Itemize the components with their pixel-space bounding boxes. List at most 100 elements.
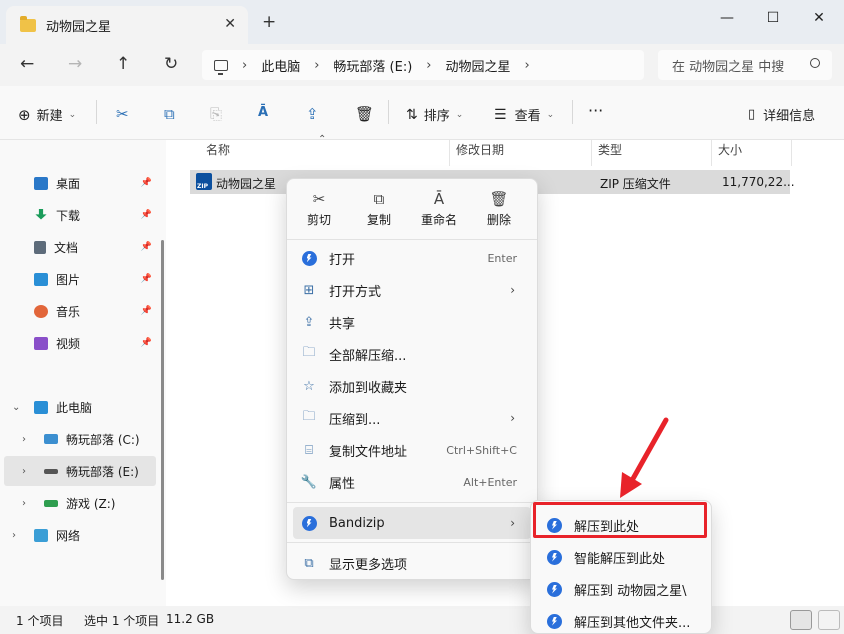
view-label: 查看 — [514, 109, 541, 124]
sidebar-item-pictures[interactable]: 图片 📌 — [4, 264, 156, 294]
bandizip-icon — [547, 549, 562, 565]
menu-item-label: 复制文件地址 — [329, 444, 408, 460]
details-view-icon[interactable] — [790, 610, 812, 630]
sidebar-item-label: 畅玩部落 (C:) — [66, 432, 140, 447]
folder-tab[interactable]: 动物园之星 ✕ — [6, 6, 248, 44]
sidebar-item-label: 网络 — [56, 528, 81, 543]
compress-icon: 🗀 — [302, 409, 316, 424]
menu-item-label: 显示更多选项 — [329, 557, 408, 573]
menu-item-open[interactable]: 打开 Enter — [293, 242, 531, 274]
new-tab-button[interactable]: + — [262, 12, 276, 32]
close-tab-icon[interactable]: ✕ — [224, 16, 236, 32]
zip-file-icon — [196, 173, 212, 190]
submenu-item-smart-extract[interactable]: 智能解压到此处 — [537, 541, 705, 573]
shortcut-label: Alt+Enter — [463, 475, 517, 489]
navigation-pane: 桌面 📌 下载 📌 文档 📌 图片 📌 音乐 📌 视频 📌 ⌄ 此电脑 › 畅玩… — [0, 140, 166, 606]
sidebar-item-drive-c[interactable]: › 畅玩部落 (C:) — [4, 424, 156, 454]
cut-action[interactable]: ✂ 剪切 — [291, 187, 347, 235]
chevron-right-icon: › — [510, 516, 515, 530]
menu-item-label: 添加到收藏夹 — [329, 380, 408, 396]
column-name[interactable]: 名称 — [198, 140, 450, 166]
forward-arrow-icon[interactable]: → — [68, 54, 82, 74]
file-type: ZIP 压缩文件 — [600, 177, 671, 191]
rename-icon: Ā — [433, 190, 445, 208]
tiles-view-icon[interactable] — [818, 610, 840, 630]
pin-icon: 📌 — [140, 242, 152, 252]
sidebar-scrollbar[interactable] — [161, 240, 164, 580]
folder-icon — [20, 15, 36, 32]
column-size[interactable]: 大小 — [710, 140, 792, 166]
breadcrumb-current-folder[interactable]: 动物园之星 — [446, 56, 511, 75]
sidebar-item-videos[interactable]: 视频 📌 — [4, 328, 156, 358]
extract-folder-icon: 🗀 — [302, 345, 316, 360]
share-icon[interactable]: ⇪ — [306, 105, 319, 123]
toolbar-divider — [96, 100, 97, 124]
breadcrumb-separator: › — [426, 57, 432, 73]
paste-icon[interactable]: ⎘ — [210, 105, 222, 123]
delete-action[interactable]: 🗑 删除 — [471, 187, 527, 235]
sidebar-item-drive-e[interactable]: › 畅玩部落 (E:) — [4, 456, 156, 486]
rename-action[interactable]: Ā 重命名 — [411, 187, 467, 235]
sidebar-item-drive-z[interactable]: › 游戏 (Z:) — [4, 488, 156, 518]
picture-icon — [34, 272, 48, 286]
document-icon — [34, 240, 46, 254]
sidebar-item-music[interactable]: 音乐 📌 — [4, 296, 156, 326]
column-type[interactable]: 类型 — [590, 140, 712, 166]
refresh-icon[interactable]: ↻ — [164, 54, 178, 74]
menu-item-properties[interactable]: 🔧 属性 Alt+Enter — [293, 466, 531, 498]
pin-icon: 📌 — [140, 338, 152, 348]
view-button[interactable]: ☰ 查看 ⌄ — [494, 105, 555, 125]
new-button[interactable]: ⊕ 新建 ⌄ — [18, 105, 76, 125]
sidebar-item-label: 游戏 (Z:) — [66, 496, 116, 511]
bandizip-icon — [547, 581, 562, 597]
pin-icon: 📌 — [140, 274, 152, 284]
pin-icon: 📌 — [140, 178, 152, 188]
submenu-item-extract-other[interactable]: 解压到其他文件夹... — [537, 605, 705, 634]
details-pane-button[interactable]: ▯ 详细信息 — [748, 105, 815, 124]
breadcrumb-drive-e[interactable]: 畅玩部落 (E:) — [333, 56, 412, 75]
toolbar-divider — [388, 100, 389, 124]
submenu-item-extract-to-folder[interactable]: 解压到 动物园之星\ — [537, 573, 705, 605]
sidebar-item-downloads[interactable]: 下载 📌 — [4, 200, 156, 230]
menu-item-open-with[interactable]: ⊞ 打开方式 › — [293, 274, 531, 306]
sidebar-item-label: 音乐 — [56, 304, 81, 319]
copy-action[interactable]: ⧉ 复制 — [351, 187, 407, 235]
menu-item-compress-to[interactable]: 🗀 压缩到... › — [293, 402, 531, 434]
column-modified[interactable]: 修改日期 — [448, 140, 592, 166]
minimize-button[interactable]: — — [704, 6, 750, 30]
sidebar-item-this-pc[interactable]: ⌄ 此电脑 — [4, 392, 156, 422]
sidebar-item-label: 下载 — [56, 208, 81, 223]
chevron-right-icon[interactable]: › — [22, 466, 26, 477]
chevron-down-icon: ⌄ — [546, 109, 555, 120]
breadcrumb[interactable]: › 此电脑 › 畅玩部落 (E:) › 动物园之星 › — [202, 50, 644, 80]
search-input[interactable]: 在 动物园之星 中搜 — [658, 50, 832, 80]
menu-item-share[interactable]: ⇪ 共享 — [293, 306, 531, 338]
up-arrow-icon[interactable]: ↑ — [116, 54, 130, 74]
menu-item-show-more-options[interactable]: ⧉ 显示更多选项 — [293, 547, 531, 579]
context-menu: ✂ 剪切 ⧉ 复制 Ā 重命名 🗑 删除 打开 Enter ⊞ 打开方式 › ⇪… — [286, 178, 538, 580]
copy-icon[interactable]: ⧉ — [164, 105, 175, 123]
rename-icon[interactable]: Ā — [258, 105, 268, 120]
menu-item-add-favorites[interactable]: ☆ 添加到收藏夹 — [293, 370, 531, 402]
sidebar-item-documents[interactable]: 文档 📌 — [4, 232, 156, 262]
sidebar-item-network[interactable]: › 网络 — [4, 520, 156, 550]
menu-item-copy-path[interactable]: ⌸ 复制文件地址 Ctrl+Shift+C — [293, 434, 531, 466]
menu-item-extract-all[interactable]: 🗀 全部解压缩... — [293, 338, 531, 370]
chevron-right-icon[interactable]: › — [12, 530, 16, 541]
close-window-button[interactable]: ✕ — [796, 6, 842, 30]
chevron-right-icon[interactable]: › — [22, 434, 26, 445]
breadcrumb-this-pc[interactable]: 此电脑 — [261, 56, 300, 75]
chevron-right-icon[interactable]: › — [22, 498, 26, 509]
menu-divider — [287, 542, 537, 543]
more-options-button[interactable]: ··· — [588, 101, 603, 120]
menu-item-bandizip[interactable]: Bandizip › — [293, 507, 531, 539]
sort-button[interactable]: ⇅ 排序 ⌄ — [406, 105, 463, 125]
copy-label: 复制 — [366, 213, 391, 227]
back-arrow-icon[interactable]: ← — [20, 54, 34, 74]
cut-icon[interactable]: ✂ — [116, 105, 129, 123]
sidebar-item-desktop[interactable]: 桌面 📌 — [4, 168, 156, 198]
maximize-button[interactable]: ☐ — [750, 6, 796, 30]
bandizip-icon — [301, 250, 317, 266]
chevron-down-icon[interactable]: ⌄ — [12, 402, 20, 413]
delete-icon[interactable]: 🗑 — [355, 105, 374, 123]
